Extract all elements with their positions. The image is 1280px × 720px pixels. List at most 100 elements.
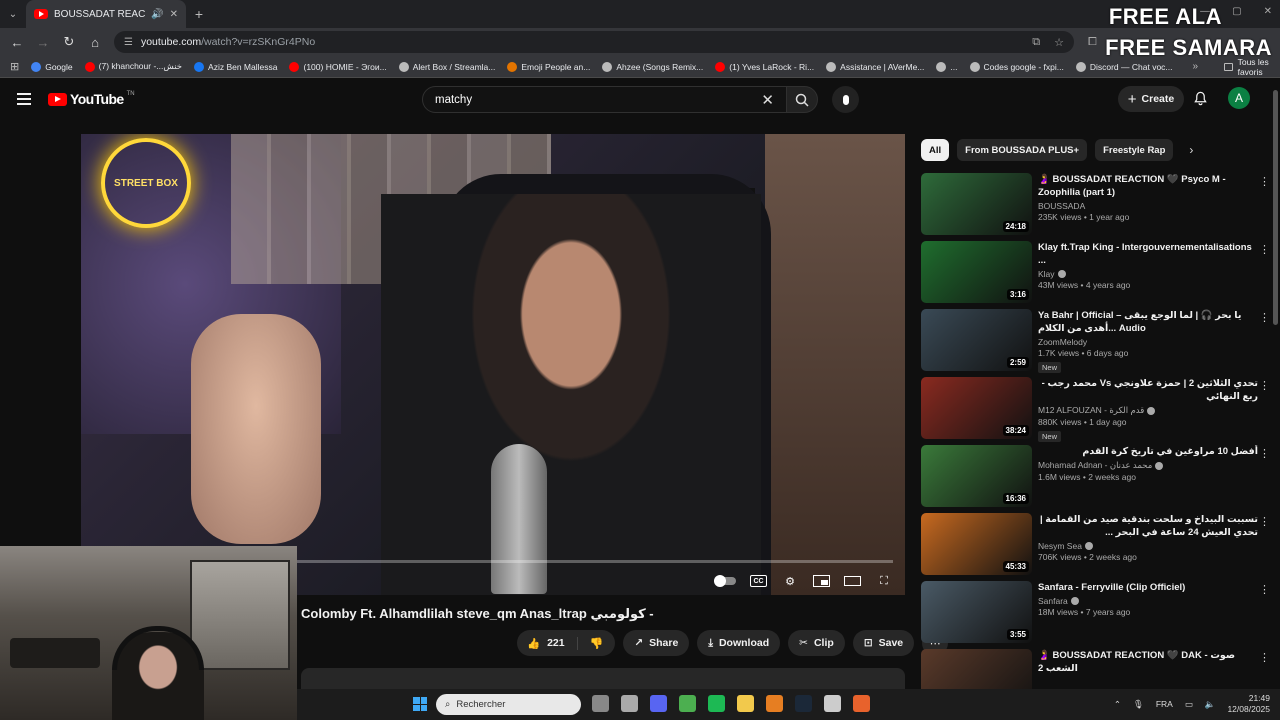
- tray-mic-icon[interactable]: 🎙: [1133, 699, 1144, 710]
- new-tab-button[interactable]: +: [186, 6, 212, 22]
- taskbar-app-icon[interactable]: [766, 695, 783, 712]
- recommendation-item[interactable]: 45:33 تسببت البيداخ و سلحت بندقية صيد من …: [921, 513, 1270, 581]
- keyboard-language[interactable]: FRA: [1156, 699, 1173, 709]
- more-options-icon[interactable]: ⋮: [1259, 583, 1270, 596]
- volume-icon[interactable]: 🔈: [1205, 699, 1216, 710]
- chip-from-boussada[interactable]: From BOUSSADA PLUS+: [957, 139, 1088, 161]
- create-button[interactable]: + Create: [1118, 86, 1184, 112]
- recommendation-title[interactable]: Klay ft.Trap King - Intergouvernementali…: [1038, 241, 1258, 267]
- recommendation-thumbnail[interactable]: 2:59: [921, 309, 1032, 371]
- browser-tab[interactable]: BOUSSADAT REACTION 🔊 ✕: [26, 0, 186, 28]
- taskbar-app-icon[interactable]: [853, 695, 870, 712]
- recommendation-title[interactable]: أفضل 10 مراوغين في تاريخ كرة القدم: [1038, 445, 1258, 458]
- recommendation-title[interactable]: 🤰 BOUSSADAT REACTION 🖤 DAK - صوت الشعب 2: [1038, 649, 1258, 675]
- recommendation-thumbnail[interactable]: 24:18: [921, 173, 1032, 235]
- taskbar-app-icon[interactable]: [708, 695, 725, 712]
- notifications-bell-icon[interactable]: [1193, 91, 1208, 106]
- network-icon[interactable]: ▭: [1185, 699, 1193, 710]
- extensions-icon[interactable]: ⧠: [1088, 36, 1097, 49]
- taskbar-app-icon[interactable]: [679, 695, 696, 712]
- bookmark-item[interactable]: (1) Yves LaRock - Ri...: [715, 61, 814, 72]
- channel-name[interactable]: ZoomMelody: [1038, 337, 1087, 347]
- theater-mode-button[interactable]: [844, 576, 861, 586]
- more-options-icon[interactable]: ⋮: [1259, 447, 1270, 460]
- recommendation-item[interactable]: 3:55 Sanfara - Ferryville (Clip Officiel)…: [921, 581, 1270, 649]
- channel-name[interactable]: Mohamad Adnan - محمد عدنان: [1038, 460, 1152, 471]
- tab-search-icon[interactable]: ⌄: [0, 0, 26, 28]
- search-input[interactable]: matchy ✕: [422, 86, 787, 113]
- like-button[interactable]: 👍 221: [517, 636, 578, 650]
- tab-close-icon[interactable]: ✕: [170, 9, 178, 20]
- search-button[interactable]: [786, 86, 818, 113]
- recommendation-thumbnail[interactable]: 38:24: [921, 377, 1032, 439]
- taskbar-app-icon[interactable]: [621, 695, 638, 712]
- address-bar[interactable]: ☰ youtube.com/watch?v=rzSKnGr4PNo ⧉ ☆: [114, 31, 1074, 53]
- bookmark-item[interactable]: Aziz Ben Mallessa: [194, 61, 277, 72]
- bookmark-item[interactable]: Assistance | AVerMe...: [826, 61, 924, 72]
- channel-name[interactable]: M12 ALFOUZAN - قدم الكرة: [1038, 405, 1144, 416]
- recommendation-thumbnail[interactable]: 3:55: [921, 581, 1032, 643]
- tray-chevron-icon[interactable]: ⌃: [1114, 699, 1121, 710]
- audio-playing-icon[interactable]: 🔊: [151, 9, 163, 20]
- save-button[interactable]: ⊡ Save: [852, 630, 915, 656]
- bookmark-item[interactable]: Ahzee (Songs Remix...: [602, 61, 703, 72]
- taskbar-clock[interactable]: 21:49 12/08/2025: [1227, 693, 1270, 715]
- apps-grid-icon[interactable]: ⊞: [10, 60, 19, 73]
- bookmark-item[interactable]: (7) khanchour -...خنش: [84, 61, 182, 72]
- chip-freestyle-rap[interactable]: Freestyle Rap: [1095, 139, 1174, 161]
- taskbar-app-icon[interactable]: [650, 695, 667, 712]
- bookmark-item[interactable]: Google: [31, 61, 73, 72]
- windows-start-icon[interactable]: [413, 697, 427, 711]
- chip-all[interactable]: All: [921, 139, 950, 161]
- close-window-icon[interactable]: ✕: [1264, 6, 1272, 17]
- channel-name[interactable]: Sanfara: [1038, 596, 1068, 606]
- taskbar-app-icon[interactable]: [592, 695, 609, 712]
- chevron-right-icon[interactable]: ›: [1189, 143, 1193, 157]
- site-info-icon[interactable]: ☰: [124, 37, 133, 48]
- bookmark-star-icon[interactable]: ☆: [1054, 36, 1064, 49]
- recommendation-thumbnail[interactable]: 16:36: [921, 445, 1032, 507]
- recommendation-thumbnail[interactable]: 45:33: [921, 513, 1032, 575]
- bookmark-item[interactable]: Codes google - fxpi...: [969, 61, 1064, 72]
- bookmark-item[interactable]: Discord — Chat voc...: [1075, 61, 1173, 72]
- more-options-icon[interactable]: ⋮: [1259, 311, 1270, 324]
- reload-button[interactable]: ↻: [58, 31, 80, 53]
- bookmark-item[interactable]: Emoji People an...: [507, 61, 590, 72]
- clip-button[interactable]: ✂ Clip: [788, 630, 845, 656]
- recommendation-title[interactable]: تسببت البيداخ و سلحت بندقية صيد من القما…: [1038, 513, 1258, 539]
- channel-name[interactable]: Nesym Sea: [1038, 541, 1082, 551]
- home-button[interactable]: ⌂: [84, 31, 106, 53]
- recommendation-title[interactable]: تحدي الثلاثين 2 | حمزة علاونجي Vs محمد ر…: [1038, 377, 1258, 403]
- fullscreen-button[interactable]: ⛶: [875, 573, 893, 589]
- recommendation-title[interactable]: Sanfara - Ferryville (Clip Officiel): [1038, 581, 1258, 594]
- search-query[interactable]: matchy: [435, 94, 761, 106]
- recommendation-item[interactable]: 2:59 Ya Bahr | Official – يا بحر 🎧 | لما …: [921, 309, 1270, 377]
- recommendation-item[interactable]: 16:36 أفضل 10 مراوغين في تاريخ كرة القدم M…: [921, 445, 1270, 513]
- video-player[interactable]: STREET BOX CC ⚙ ⛶: [81, 134, 905, 595]
- more-options-icon[interactable]: ⋮: [1259, 651, 1270, 664]
- voice-search-button[interactable]: [832, 86, 859, 113]
- clear-search-icon[interactable]: ✕: [761, 91, 774, 109]
- account-avatar[interactable]: A: [1228, 87, 1250, 109]
- recommendation-item[interactable]: 3:16 Klay ft.Trap King - Intergouvernemen…: [921, 241, 1270, 309]
- recommendation-item[interactable]: 24:18 🤰 BOUSSADAT REACTION 🖤 Psyco M - Zo…: [921, 173, 1270, 241]
- maximize-icon[interactable]: ▢: [1232, 6, 1241, 17]
- page-scrollbar[interactable]: [1273, 90, 1278, 325]
- subtitles-button[interactable]: CC: [750, 575, 767, 587]
- back-button[interactable]: ←: [6, 31, 28, 53]
- description-box[interactable]: [301, 668, 905, 690]
- recommendation-thumbnail[interactable]: 3:16: [921, 241, 1032, 303]
- more-bookmarks-icon[interactable]: »: [1193, 61, 1199, 72]
- taskbar-app-icon[interactable]: [824, 695, 841, 712]
- more-options-icon[interactable]: ⋮: [1259, 243, 1270, 256]
- bookmark-item[interactable]: ...: [936, 61, 958, 72]
- autoplay-toggle[interactable]: [714, 575, 736, 587]
- youtube-logo[interactable]: YouTube TN: [48, 91, 135, 107]
- recommendation-title[interactable]: Ya Bahr | Official – يا بحر 🎧 | لما الوج…: [1038, 309, 1258, 335]
- cast-icon[interactable]: ⧉: [1032, 36, 1040, 49]
- recommendation-title[interactable]: 🤰 BOUSSADAT REACTION 🖤 Psyco M - Zoophil…: [1038, 173, 1258, 199]
- more-options-icon[interactable]: ⋮: [1259, 379, 1270, 392]
- share-button[interactable]: ↗ Share: [623, 630, 690, 656]
- more-options-icon[interactable]: ⋮: [1259, 515, 1270, 528]
- forward-button[interactable]: →: [32, 31, 54, 53]
